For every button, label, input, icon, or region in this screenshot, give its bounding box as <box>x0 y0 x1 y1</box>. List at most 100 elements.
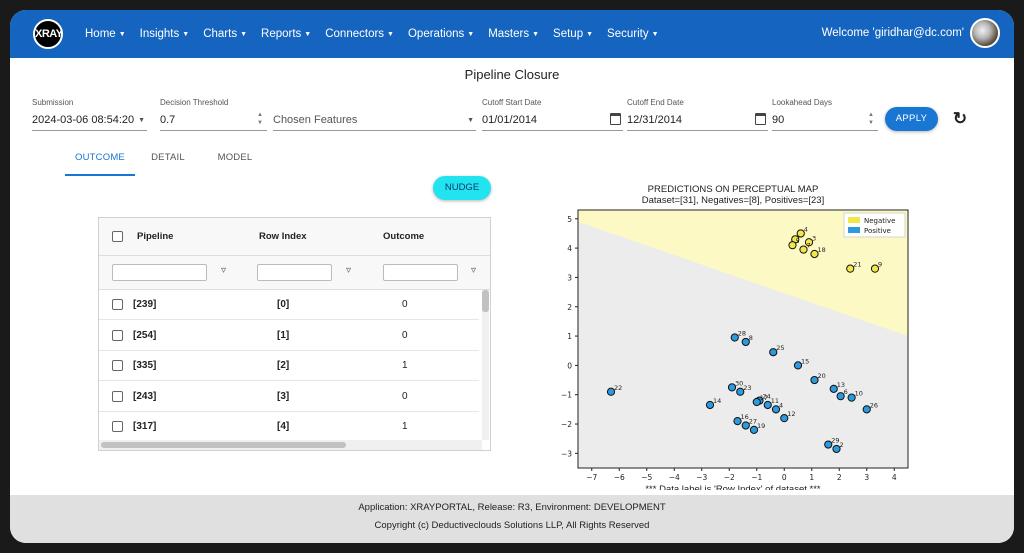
refresh-icon[interactable]: ↻ <box>951 110 969 128</box>
nav-item-reports[interactable]: Reports ▼ <box>261 28 311 40</box>
nav-item-insights[interactable]: Insights ▼ <box>140 28 190 40</box>
threshold-field[interactable]: Decision Threshold 0.7 ▲ ▼ <box>160 98 267 131</box>
cell-outcome: 0 <box>402 299 408 310</box>
start-date-field[interactable]: Cutoff Start Date 01/01/2014 <box>482 98 623 131</box>
submission-value: 2024-03-06 08:54:20 <box>32 114 135 126</box>
x-tick-label: 0 <box>782 473 787 482</box>
submission-box[interactable]: 2024-03-06 08:54:20 ▼ <box>32 109 147 131</box>
nav-item-label: Charts <box>203 28 238 40</box>
calendar-icon[interactable] <box>755 113 766 125</box>
lookahead-input[interactable]: 90 ▲ ▼ <box>772 109 878 131</box>
scroll-thumb[interactable] <box>101 442 346 448</box>
point-label: 3 <box>812 234 816 242</box>
nav-item-setup[interactable]: Setup ▼ <box>553 28 593 40</box>
lookahead-field[interactable]: Lookahead Days 90 ▲ ▼ <box>772 98 878 131</box>
nav-item-operations[interactable]: Operations ▼ <box>408 28 474 40</box>
cell-row-index: [1] <box>277 329 290 341</box>
point-label: 21 <box>853 261 861 269</box>
pipeline-filter-input[interactable] <box>112 264 207 281</box>
caret-down-icon: ▼ <box>304 31 312 38</box>
cell-row-index: [2] <box>277 360 290 371</box>
end-date-input[interactable]: 12/31/2014 <box>627 109 768 131</box>
tab-model[interactable]: MODEL <box>210 148 260 176</box>
filter-icon[interactable]: ▿ <box>221 265 226 276</box>
point-label: 29 <box>831 437 839 445</box>
table-row[interactable]: [239] [0] 0 <box>99 290 479 320</box>
outcome-filter-input[interactable] <box>383 264 458 281</box>
x-tick-label: −1 <box>751 473 762 482</box>
legend-swatch <box>848 227 860 233</box>
nav-item-label: Security <box>607 28 649 40</box>
lookahead-value: 90 <box>772 114 785 126</box>
point-label: 14 <box>713 397 721 405</box>
column-header-row-index[interactable]: Row Index <box>259 231 307 242</box>
app-window: XRAY Home ▼ Insights ▼ Charts ▼ Reports ▼ Connec… <box>10 10 1014 543</box>
stepper-icon[interactable]: ▲ ▼ <box>866 111 876 127</box>
cell-outcome: 0 <box>402 329 408 341</box>
x-tick-label: 2 <box>837 473 842 482</box>
legend-label: Positive <box>864 227 891 235</box>
horizontal-scrollbar[interactable] <box>99 440 482 450</box>
nav-item-masters[interactable]: Masters ▼ <box>488 28 539 40</box>
row-checkbox[interactable] <box>112 390 123 402</box>
nav-item-home[interactable]: Home ▼ <box>85 28 126 40</box>
user-avatar[interactable] <box>970 18 1000 48</box>
perceptual-map-chart: PREDICTIONS ON PERCEPTUAL MAPDataset=[31… <box>561 184 909 490</box>
page-title: Pipeline Closure <box>464 67 560 82</box>
point-label: 4 <box>804 225 808 233</box>
tab-detail[interactable]: DETAIL <box>143 148 193 176</box>
features-box[interactable]: Chosen Features ▼ <box>273 109 476 131</box>
table-row[interactable]: [335] [2] 1 <box>99 351 479 381</box>
cell-pipeline: [335] <box>133 360 157 371</box>
apply-button[interactable]: APPLY <box>885 107 938 131</box>
filter-icon[interactable]: ▿ <box>346 265 351 276</box>
cell-outcome: 1 <box>402 421 408 432</box>
calendar-icon[interactable] <box>610 113 621 125</box>
nav-item-security[interactable]: Security ▼ <box>607 28 658 40</box>
tab-outcome[interactable]: OUTCOME <box>65 148 135 176</box>
stepper-icon[interactable]: ▲ ▼ <box>255 111 265 127</box>
row-checkbox[interactable] <box>112 299 123 310</box>
start-date-input[interactable]: 01/01/2014 <box>482 109 623 131</box>
table-row[interactable]: [254] [1] 0 <box>99 321 479 351</box>
caret-down-icon: ▼ <box>586 31 594 38</box>
threshold-input[interactable]: 0.7 ▲ ▼ <box>160 109 267 131</box>
chevron-down-icon: ▼ <box>467 117 474 124</box>
point-label: 27 <box>749 417 757 425</box>
row-checkbox[interactable] <box>112 329 123 341</box>
nav-item-label: Masters <box>488 28 530 40</box>
xray-logo[interactable]: XRAY <box>33 19 63 49</box>
cell-row-index: [4] <box>277 421 290 432</box>
cell-pipeline: [243] <box>133 390 157 402</box>
x-tick-label: −7 <box>586 473 597 482</box>
row-index-filter-input[interactable] <box>257 264 332 281</box>
column-header-pipeline[interactable]: Pipeline <box>137 231 173 242</box>
select-all-checkbox[interactable] <box>112 231 123 242</box>
table-row[interactable]: [317] [4] 1 <box>99 412 479 442</box>
table-row[interactable]: [243] [3] 0 <box>99 382 479 412</box>
scroll-thumb[interactable] <box>482 290 489 312</box>
point-label: 22 <box>614 384 622 392</box>
column-header-outcome[interactable]: Outcome <box>383 231 424 242</box>
point-label: 11 <box>771 397 779 405</box>
row-checkbox[interactable] <box>112 421 123 432</box>
point-label: 12 <box>787 410 795 418</box>
cell-row-index: [0] <box>277 299 290 310</box>
submission-select[interactable]: Submission 2024-03-06 08:54:20 ▼ <box>32 98 147 131</box>
point-label: 19 <box>757 422 765 430</box>
cell-pipeline: [239] <box>133 299 157 310</box>
filter-icon[interactable]: ▿ <box>471 265 476 276</box>
nav-item-charts[interactable]: Charts ▼ <box>203 28 247 40</box>
nav-item-connectors[interactable]: Connectors ▼ <box>325 28 394 40</box>
row-checkbox[interactable] <box>112 360 123 371</box>
chart-subtitle: Dataset=[31], Negatives=[8], Positives=[… <box>642 195 824 206</box>
caret-down-icon: ▼ <box>182 31 190 38</box>
nudge-button[interactable]: NUDGE <box>433 176 491 200</box>
nav-item-label: Reports <box>261 28 302 40</box>
y-tick-label: 5 <box>567 215 572 224</box>
y-tick-label: 4 <box>567 244 572 253</box>
vertical-scrollbar[interactable] <box>482 290 489 440</box>
end-date-field[interactable]: Cutoff End Date 12/31/2014 <box>627 98 768 131</box>
caret-down-icon: ▼ <box>240 31 248 38</box>
top-navbar: XRAY Home ▼ Insights ▼ Charts ▼ Reports ▼ Connec… <box>10 10 1014 58</box>
